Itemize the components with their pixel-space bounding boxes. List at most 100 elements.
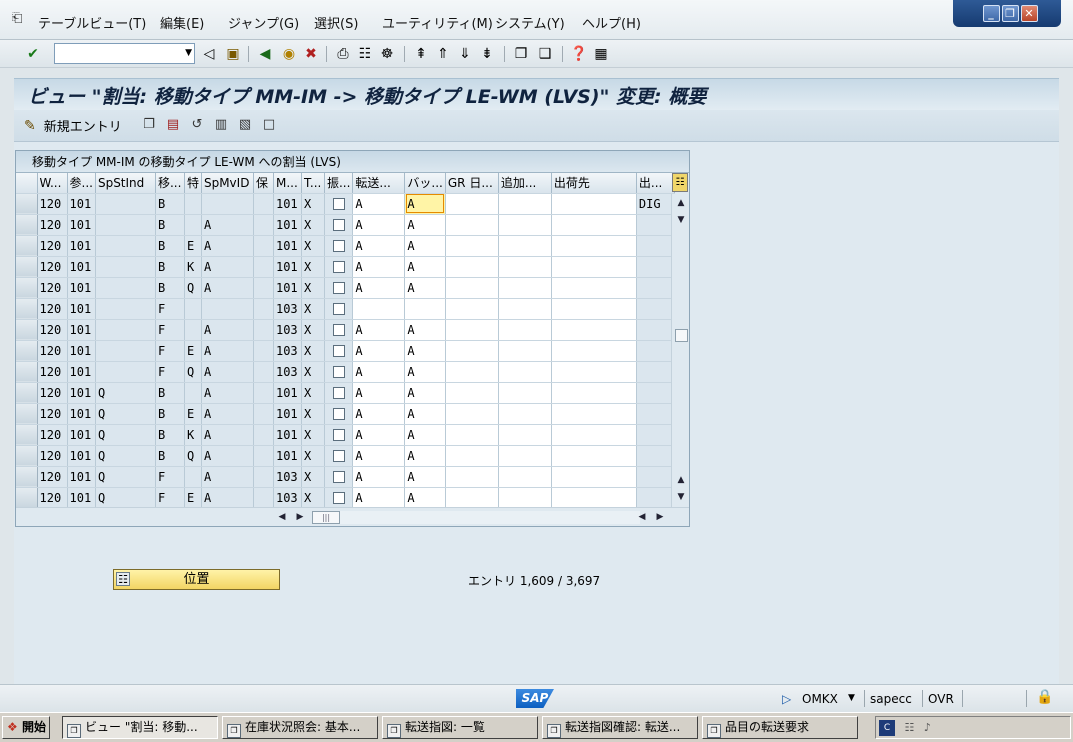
column-header[interactable]: 追加... [498,173,552,194]
table-cell[interactable] [445,214,499,236]
table-cell[interactable]: A [404,193,446,215]
row-selector[interactable] [16,361,38,383]
page-up-icon[interactable]: ▲ [675,474,687,486]
menu-edit[interactable]: 編集(E) [160,13,204,32]
scroll-right-icon[interactable]: ▶ [654,511,666,523]
taskbar-item-stock-overview[interactable]: ❐ 在庫状況照会: 基本... [222,716,378,739]
table-cell[interactable] [352,298,406,320]
table-cell[interactable]: A [404,235,446,257]
taskbar-item-transfer-requirement[interactable]: ❐ 品目の転送要求 [702,716,858,739]
table-cell[interactable] [551,403,637,425]
menu-system[interactable]: システム(Y) [495,13,565,32]
first-page-icon[interactable]: ⇞ [412,45,430,63]
print-icon[interactable]: ⎙ [334,45,352,63]
row-selector[interactable] [16,214,38,236]
column-header[interactable]: T... [301,173,325,194]
row-selector[interactable] [16,277,38,299]
status-toggle-icon[interactable]: ▷ [782,692,791,706]
table-cell[interactable] [445,193,499,215]
row-selector[interactable] [16,193,38,215]
horizontal-scroll-thumb[interactable]: ||| [312,511,340,524]
new-session-icon[interactable]: ❐ [512,45,530,63]
table-cell[interactable] [445,487,499,507]
transfer-checkbox[interactable] [332,429,345,441]
table-cell[interactable]: A [352,277,406,299]
column-header[interactable]: SpStInd [95,173,156,194]
table-cell[interactable]: A [352,361,406,383]
find-icon[interactable]: ☷ [356,45,374,63]
table-cell[interactable] [498,235,552,257]
table-cell[interactable] [551,466,637,488]
column-header[interactable]: 転送... [352,173,406,194]
table-cell[interactable]: A [404,319,446,341]
menu-utilities[interactable]: ユーティリティ(M) [382,13,493,32]
column-header[interactable]: M... [273,173,302,194]
table-cell[interactable]: A [352,487,406,507]
scroll-left-icon[interactable]: ◀ [276,511,288,523]
undo-change-icon[interactable]: ↺ [188,116,206,134]
scroll-down-icon[interactable]: ▼ [675,491,687,503]
next-page-icon[interactable]: ⇓ [456,45,474,63]
chevron-down-icon[interactable]: ▼ [848,693,855,703]
previous-page-icon[interactable]: ⇑ [434,45,452,63]
table-cell[interactable]: A [352,466,406,488]
table-cell[interactable] [551,424,637,446]
page-left-icon[interactable]: ▶ [294,511,306,523]
close-icon[interactable]: ✕ [1020,5,1038,22]
table-cell[interactable] [551,256,637,278]
table-cell[interactable] [324,382,354,404]
transfer-checkbox[interactable] [332,198,345,210]
table-cell[interactable] [445,256,499,278]
table-cell[interactable] [445,424,499,446]
taskbar-item-confirm-transfer[interactable]: ❐ 転送指図確認: 転送... [542,716,698,739]
column-header[interactable]: 振... [324,173,354,194]
back-icon[interactable]: ◀ [256,45,274,63]
table-cell[interactable] [404,298,446,320]
table-cell[interactable]: A [404,382,446,404]
table-cell[interactable] [498,214,552,236]
table-cell[interactable] [498,445,552,467]
column-header[interactable]: GR 日... [445,173,499,194]
table-cell[interactable]: A [404,214,446,236]
taskbar-item-transfer-orders[interactable]: ❐ 転送指図: 一覧 [382,716,538,739]
transfer-checkbox[interactable] [332,261,345,273]
table-cell[interactable] [498,256,552,278]
transfer-checkbox[interactable] [332,387,345,399]
table-cell[interactable] [445,466,499,488]
app-menu-icon[interactable]: ⎗ [12,12,28,26]
table-cell[interactable]: A [352,382,406,404]
table-cell[interactable] [445,298,499,320]
table-cell[interactable] [498,319,552,341]
table-cell[interactable] [324,298,354,320]
table-cell[interactable] [324,256,354,278]
table-cell[interactable] [445,382,499,404]
transfer-checkbox[interactable] [332,492,345,504]
transfer-checkbox[interactable] [332,303,345,315]
select-all-icon[interactable]: ▥ [212,116,230,134]
row-selector[interactable] [16,340,38,362]
table-cell[interactable] [551,487,637,507]
row-selector[interactable] [16,256,38,278]
table-cell[interactable] [551,319,637,341]
table-cell[interactable] [324,319,354,341]
table-cell[interactable] [498,361,552,383]
shortcut-icon[interactable]: ❑ [536,45,554,63]
table-cell[interactable] [324,424,354,446]
table-cell[interactable]: A [404,445,446,467]
last-page-icon[interactable]: ⇟ [478,45,496,63]
table-cell[interactable]: A [352,235,406,257]
table-cell[interactable] [445,277,499,299]
table-cell[interactable]: A [404,403,446,425]
row-selector[interactable] [16,487,38,507]
vertical-scrollbar[interactable]: ▲ ▼ ▲ ▼ [671,194,689,507]
table-cell[interactable] [498,487,552,507]
table-cell[interactable] [551,361,637,383]
table-cell[interactable] [445,235,499,257]
transfer-checkbox[interactable] [332,282,345,294]
save-icon[interactable]: ▣ [224,45,242,63]
table-cell[interactable] [324,235,354,257]
table-cell[interactable] [498,403,552,425]
menu-jump[interactable]: ジャンプ(G) [228,13,299,32]
transfer-checkbox[interactable] [332,240,345,252]
table-cell[interactable] [551,298,637,320]
